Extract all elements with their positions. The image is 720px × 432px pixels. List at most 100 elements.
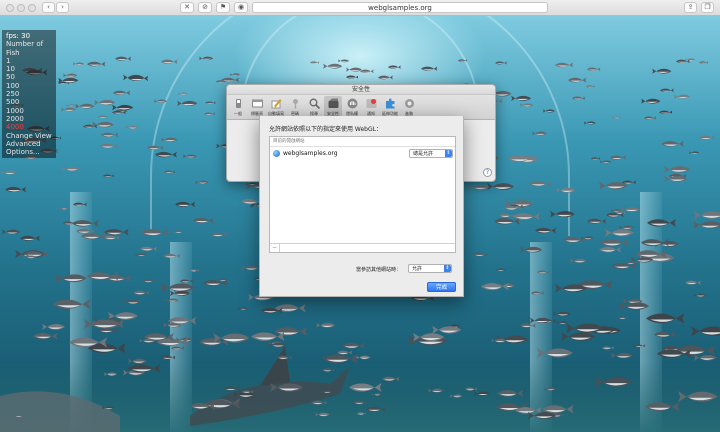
options-link[interactable]: Options... — [6, 148, 52, 156]
fish — [322, 367, 335, 372]
fish — [314, 412, 330, 417]
other-sites-value: 允許 — [412, 266, 423, 272]
fish — [617, 316, 629, 320]
fish — [609, 155, 626, 160]
close-window-button[interactable] — [6, 4, 14, 12]
fish — [536, 348, 573, 359]
fish — [529, 180, 552, 187]
fish — [84, 318, 122, 329]
privacy-button[interactable]: ◉ — [234, 2, 248, 13]
fish — [1, 170, 17, 175]
fish-option-selected[interactable]: 4000 — [6, 123, 52, 131]
fish — [556, 187, 576, 193]
reader-button[interactable]: ✕ — [180, 2, 194, 13]
chevron-right-icon: › — [61, 3, 64, 11]
fish-option[interactable]: 1 — [6, 57, 52, 65]
preferences-title: 安全性 — [227, 85, 495, 95]
fish-option[interactable]: 250 — [6, 90, 52, 98]
fish — [138, 337, 156, 343]
fish — [599, 246, 621, 253]
fish — [163, 169, 176, 174]
fish — [641, 239, 670, 247]
fish-option[interactable]: 500 — [6, 98, 52, 106]
fish — [537, 269, 550, 274]
fish — [202, 279, 227, 287]
fish-option[interactable]: 50 — [6, 73, 52, 81]
close-icon: ✕ — [184, 3, 190, 11]
remove-site-button[interactable]: − — [270, 244, 280, 252]
fish — [531, 291, 545, 295]
other-sites-select[interactable]: 允許 ⇕ — [408, 264, 452, 273]
advanced-link[interactable]: Advanced — [6, 140, 52, 148]
fish — [20, 235, 41, 241]
minimize-window-button[interactable] — [17, 4, 25, 12]
fish-option[interactable]: 2000 — [6, 115, 52, 123]
fish — [553, 311, 571, 317]
fish — [261, 307, 283, 314]
fish — [480, 282, 509, 291]
help-button[interactable]: ? — [483, 168, 492, 177]
fish — [366, 406, 386, 412]
zoom-window-button[interactable] — [28, 4, 36, 12]
fish-option[interactable]: 100 — [6, 82, 52, 90]
fish — [473, 390, 490, 396]
fish — [598, 181, 628, 190]
fish — [238, 306, 248, 310]
chevron-left-icon: ‹ — [47, 3, 50, 11]
fish — [169, 290, 190, 297]
fish — [571, 96, 585, 101]
fish — [543, 387, 556, 391]
fish — [699, 61, 709, 64]
tabs-icon: ❐ — [704, 3, 711, 11]
fish — [315, 322, 336, 328]
fish — [550, 211, 576, 218]
tab-general[interactable]: 一般 — [229, 96, 247, 119]
fish — [111, 110, 126, 115]
share-button[interactable]: ⇪ — [684, 2, 697, 13]
fish — [586, 85, 596, 88]
fish — [65, 104, 75, 107]
fish — [590, 156, 601, 160]
fish — [104, 372, 118, 377]
fish — [54, 273, 87, 283]
list-item[interactable]: webglsamples.org 總是允許 ⇕ — [270, 148, 455, 159]
site-policy-select[interactable]: 總是允許 ⇕ — [409, 149, 453, 158]
fish — [140, 246, 157, 252]
fish-option[interactable]: 1000 — [6, 107, 52, 115]
fish — [141, 229, 169, 237]
extension-button-2[interactable]: ⚑ — [216, 2, 230, 13]
fish — [513, 212, 540, 220]
address-bar[interactable]: webglsamples.org — [252, 2, 548, 13]
show-tabs-button[interactable]: ❐ — [701, 2, 714, 13]
fish — [611, 262, 636, 270]
fish — [675, 59, 690, 64]
fish-option[interactable]: 10 — [6, 65, 52, 73]
back-button[interactable]: ‹ — [42, 2, 55, 13]
fish — [595, 377, 633, 388]
extension-button[interactable]: ⊘ — [198, 2, 212, 13]
fish — [92, 121, 115, 128]
fish — [23, 255, 36, 260]
forward-button[interactable]: › — [56, 2, 69, 13]
fish — [124, 125, 139, 129]
fish — [177, 91, 188, 95]
fish — [101, 132, 119, 138]
fish — [431, 326, 461, 335]
fish — [13, 414, 24, 417]
fish — [342, 343, 365, 350]
fish — [554, 283, 587, 293]
fish — [230, 72, 240, 76]
fish — [87, 271, 119, 281]
fish — [58, 77, 79, 84]
fish — [61, 166, 80, 172]
fish — [468, 184, 489, 190]
fish — [101, 406, 114, 410]
fish — [127, 75, 149, 81]
fish — [691, 325, 720, 337]
fish — [168, 316, 197, 325]
fish — [562, 236, 586, 243]
fish — [102, 174, 115, 178]
done-button[interactable]: 完成 — [427, 282, 456, 292]
change-view-link[interactable]: Change View — [6, 132, 52, 140]
fish — [491, 338, 507, 343]
